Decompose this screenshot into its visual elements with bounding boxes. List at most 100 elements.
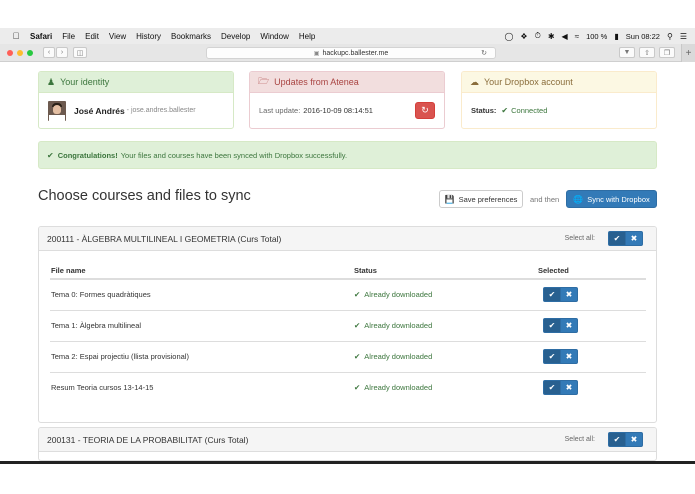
url-text: hackupc.ballester.me: [322, 49, 389, 57]
file-status: ✔ Already downloaded: [353, 279, 537, 311]
zoom-window-button[interactable]: [27, 49, 33, 56]
check-icon: ✔: [354, 290, 361, 300]
menu-window[interactable]: Window: [260, 32, 288, 41]
check-icon: ✔: [354, 352, 361, 361]
notification-center-icon[interactable]: ☰: [680, 32, 687, 41]
column-header-file-name: File name: [50, 262, 353, 280]
deselect-all-button[interactable]: ✖: [625, 432, 643, 447]
globe-icon: 🌐: [573, 194, 584, 204]
user-name: José Andrés: [74, 105, 125, 116]
updates-panel-body: Last update: 2016-10-09 08:14:51 ↻: [250, 93, 444, 128]
user-icon: ♟: [47, 76, 56, 87]
dropbox-status-value: Connected: [511, 106, 548, 115]
select-toggle: ✔ ✖: [543, 349, 645, 364]
menu-history[interactable]: History: [136, 32, 161, 41]
spotlight-icon[interactable]: ⚲: [667, 32, 673, 41]
and-then-text: and then: [530, 195, 560, 204]
sync-dropbox-button[interactable]: 🌐 Sync with Dropbox: [566, 190, 657, 208]
deselect-file-button[interactable]: ✖: [560, 287, 578, 303]
select-toggle: ✔ ✖: [543, 318, 645, 333]
file-selected: ✔ ✖: [537, 372, 646, 403]
alert-strong: Congratulations!: [57, 150, 118, 160]
share-icon[interactable]: ⇧: [639, 47, 655, 58]
bluetooth-icon[interactable]: ✱: [548, 32, 555, 41]
file-selected: ✔ ✖: [537, 310, 646, 342]
file-status-text: Already downloaded: [364, 383, 433, 393]
select-all-check-button[interactable]: ✔: [608, 432, 626, 447]
menu-app-name[interactable]: Safari: [30, 32, 52, 41]
check-icon: ✔: [354, 321, 361, 330]
file-name: Tema 0: Formes quadràtiques: [50, 279, 353, 311]
dropbox-panel-header: ☁ Your Dropbox account: [462, 72, 656, 93]
dropbox-status-label: Status:: [471, 106, 497, 115]
status-area: ◯ ❖ ⏱ ✱ ◀ ≈ 100 % ▮ Sun 08:22 ⚲ ☰: [504, 31, 695, 41]
identity-panel: ♟ Your identity José Andrés - jose.andre…: [38, 71, 234, 129]
dropbox-panel-body: Status: ✔ Connected: [462, 93, 656, 128]
updates-panel-header: 🗁 Updates from Atenea: [250, 72, 444, 93]
identity-header-label: Your identity: [60, 77, 110, 87]
user-username: jose.andres.ballester: [130, 107, 196, 114]
deselect-file-button[interactable]: ✖: [560, 380, 578, 396]
alert-text: Your files and courses have been synced …: [120, 150, 348, 160]
file-selected: ✔ ✖: [537, 341, 646, 373]
select-file-button[interactable]: ✔: [543, 349, 561, 364]
menu-file[interactable]: File: [62, 32, 75, 41]
wifi-icon[interactable]: ≈: [575, 32, 579, 41]
nav-buttons: ‹ › ◫: [43, 47, 87, 58]
back-button[interactable]: ‹: [43, 47, 55, 58]
deselect-all-button[interactable]: ✖: [625, 231, 643, 246]
battery-icon[interactable]: ▮: [614, 32, 618, 41]
close-window-button[interactable]: [7, 49, 13, 56]
minimize-window-button[interactable]: [17, 49, 23, 56]
page-title: Choose courses and files to sync: [38, 188, 251, 204]
tabs-overview-icon[interactable]: ❐: [659, 47, 675, 58]
folder-open-icon: 🗁: [258, 76, 270, 86]
accessibility-icon[interactable]: ◯: [504, 32, 513, 41]
file-name: Resum Teoria cursos 13-14-15: [51, 383, 154, 393]
select-file-button[interactable]: ✔: [543, 287, 561, 303]
file-selected: ✔ ✖: [537, 279, 646, 311]
menu-view[interactable]: View: [109, 32, 126, 41]
identity-panel-body: José Andrés - jose.andres.ballester: [39, 93, 233, 128]
file-status: ✔ Already downloaded: [353, 341, 537, 373]
course-header: 200111 - ÀLGEBRA MULTILINEAL I GEOMETRIA…: [39, 227, 656, 251]
cloud-icon: ☁: [470, 76, 479, 87]
deselect-file-button[interactable]: ✖: [560, 349, 578, 364]
new-tab-button[interactable]: +: [681, 44, 695, 62]
forward-button[interactable]: ›: [56, 47, 68, 58]
downloads-icon[interactable]: ▼: [619, 47, 635, 58]
select-all-toggle: ✔ ✖: [608, 432, 643, 447]
save-preferences-label: Save preferences: [458, 194, 518, 204]
menu-bookmarks[interactable]: Bookmarks: [171, 32, 211, 41]
sidebar-toggle-icon[interactable]: ◫: [73, 47, 87, 58]
avatar: [48, 100, 66, 121]
file-status: ✔ Already downloaded: [353, 372, 537, 403]
battery-percent: 100 %: [586, 31, 608, 41]
time-machine-icon[interactable]: ⏱: [535, 31, 541, 41]
reload-icon[interactable]: ↻: [481, 49, 487, 57]
updates-header-label: Updates from Atenea: [274, 77, 359, 87]
menu-edit[interactable]: Edit: [85, 32, 99, 41]
select-toggle: ✔ ✖: [543, 287, 645, 303]
file-name: Tema 1: Àlgebra multilineal: [50, 310, 353, 342]
clock[interactable]: Sun 08:22: [626, 32, 660, 41]
apple-logo-icon[interactable]: : [8, 31, 24, 41]
floppy-disk-icon: 💾: [444, 194, 455, 204]
select-file-button[interactable]: ✔: [543, 318, 561, 333]
column-header-selected: Selected: [537, 262, 646, 280]
select-all-check-button[interactable]: ✔: [608, 231, 626, 246]
course-title: 200131 - TEORIA DE LA PROBABILITAT (Curs…: [47, 434, 249, 445]
select-toggle: ✔ ✖: [543, 380, 645, 396]
refresh-button[interactable]: ↻: [415, 102, 435, 119]
check-icon: ✔: [47, 150, 54, 160]
deselect-file-button[interactable]: ✖: [560, 318, 578, 333]
identity-panel-header: ♟ Your identity: [39, 72, 233, 93]
updates-panel: 🗁 Updates from Atenea Last update: 2016-…: [249, 71, 445, 129]
address-bar[interactable]: ▣ hackupc.ballester.me ↻: [206, 47, 496, 59]
volume-icon[interactable]: ◀: [562, 32, 568, 41]
select-file-button[interactable]: ✔: [543, 380, 561, 396]
menu-help[interactable]: Help: [299, 32, 315, 41]
dropbox-icon[interactable]: ❖: [520, 32, 527, 41]
save-preferences-button[interactable]: 💾 Save preferences: [439, 190, 523, 208]
menu-develop[interactable]: Develop: [221, 32, 250, 41]
